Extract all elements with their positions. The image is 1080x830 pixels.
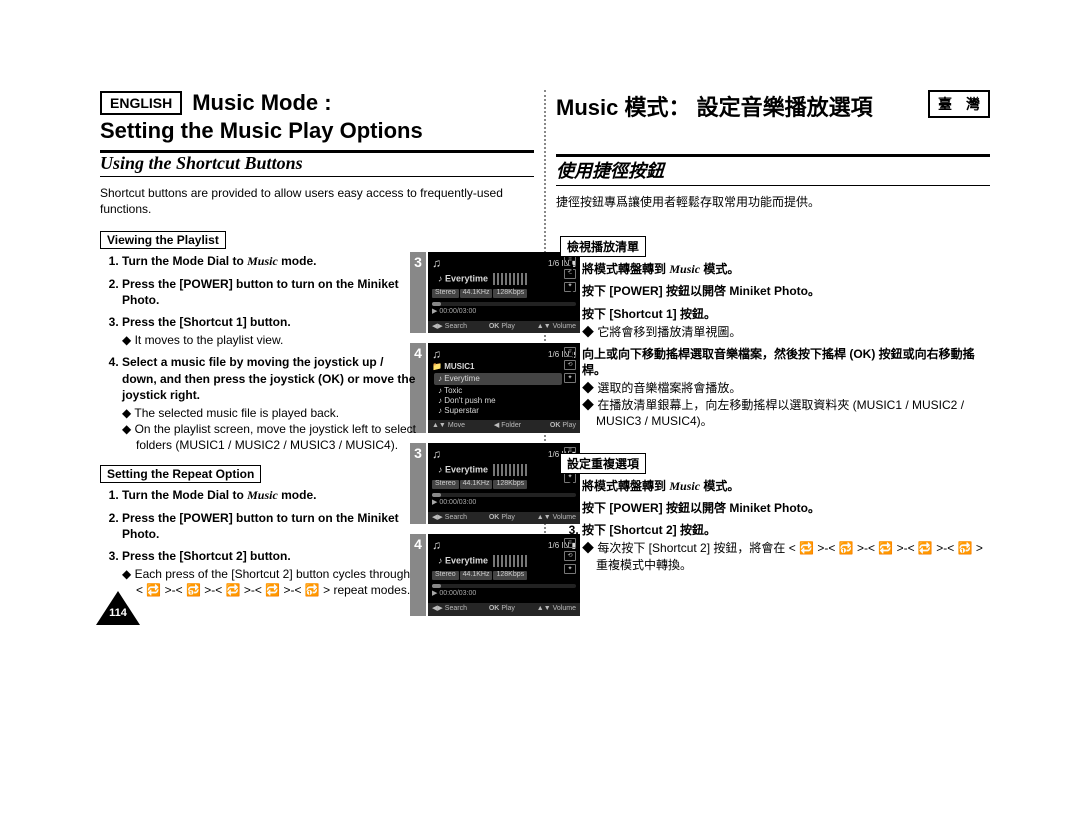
right-column-chinese: Music 模式： 設定音樂播放選項 臺 灣 使用捷徑按鈕 捷徑按鈕專爲讓使用者… [546,90,990,605]
subheading-shortcut-cn: 使用捷徑按鈕 [556,157,990,183]
steps-repeat-option: Turn the Mode Dial to Music mode. Press … [100,487,418,598]
intro-text-cn: 捷徑按鈕專爲讓使用者輕鬆存取常用功能而提供。 [556,194,990,210]
section-viewing-playlist-cn: 檢視播放清單 [560,236,646,257]
steps-viewing-playlist: Turn the Mode Dial to Music mode. Press … [100,253,418,453]
page-number: 114 [104,607,132,619]
page-number-badge: 114 [96,591,140,625]
left-column-english: ENGLISH Music Mode : Setting the Music P… [100,90,544,605]
section-repeat-option-cn: 設定重複選項 [560,453,646,474]
title-setting-options: Setting the Music Play Options [100,118,534,144]
language-tag-taiwan: 臺 灣 [928,90,990,118]
section-viewing-playlist: Viewing the Playlist [100,231,226,249]
subheading-shortcut: Using the Shortcut Buttons [100,153,534,174]
intro-text: Shortcut buttons are provided to allow u… [100,185,534,217]
language-tag-english: ENGLISH [100,91,182,115]
steps-repeat-option-cn: 將模式轉盤轉到 Music 模式。 按下 [POWER] 按鈕以開啓 Minik… [560,478,990,573]
divider-thin [100,176,534,177]
title-music-mode: Music Mode : [192,90,331,116]
section-repeat-option: Setting the Repeat Option [100,465,261,483]
divider-thin [556,185,990,186]
steps-viewing-playlist-cn: 將模式轉盤轉到 Music 模式。 按下 [POWER] 按鈕以開啓 Minik… [560,261,990,429]
title-chinese: Music 模式： 設定音樂播放選項 [556,95,873,120]
